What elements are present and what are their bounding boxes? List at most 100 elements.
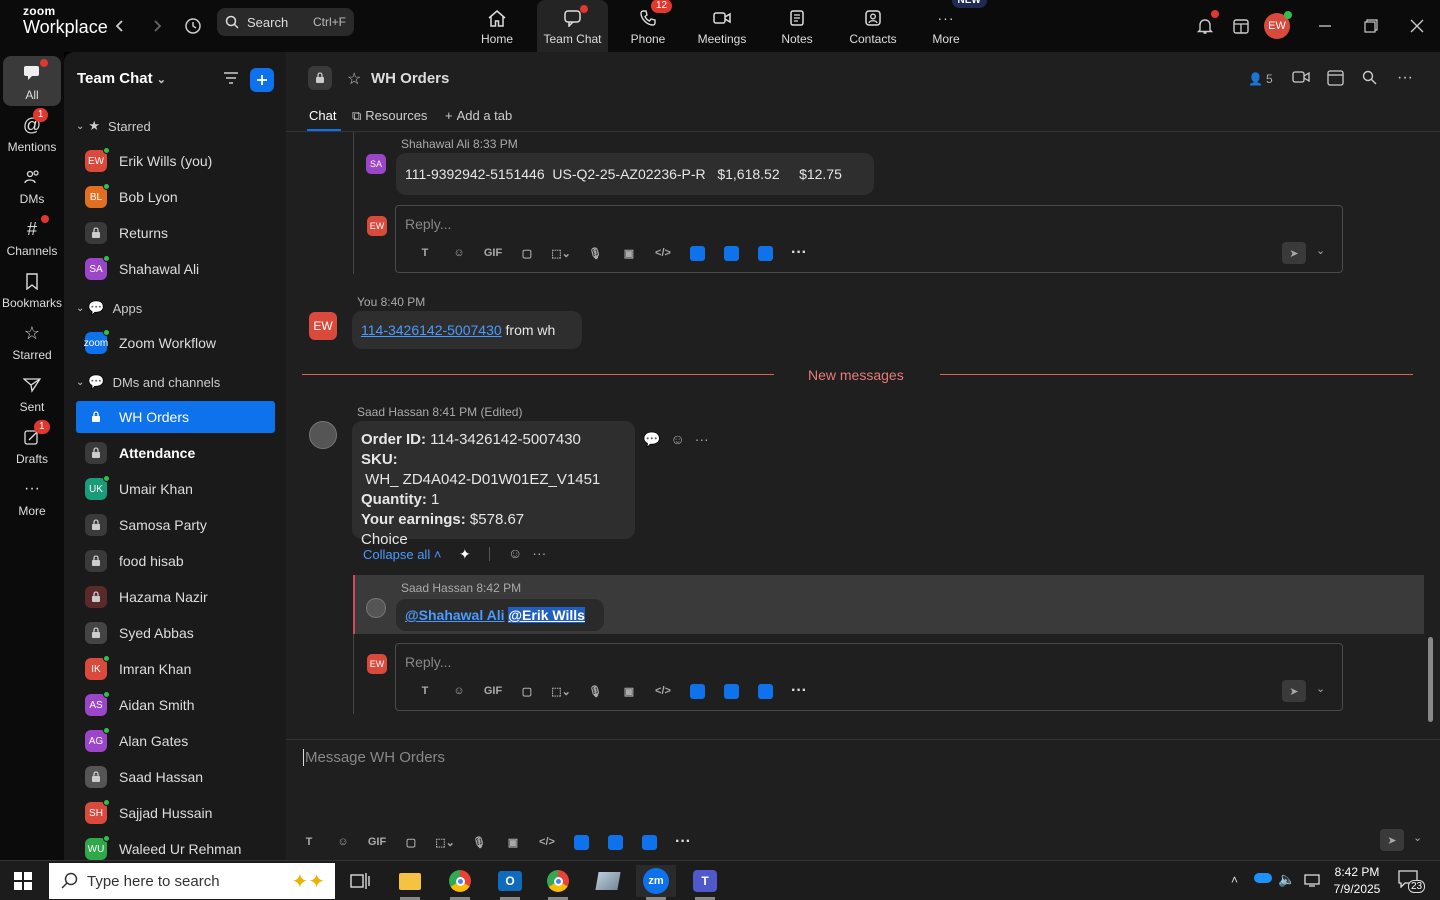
- gif-button[interactable]: GIF: [360, 836, 394, 848]
- filter-icon[interactable]: [222, 70, 240, 86]
- send-button[interactable]: ➤: [1282, 242, 1306, 264]
- code-icon[interactable]: </>: [646, 685, 680, 697]
- ai-sparkle-icon[interactable]: ✦: [459, 546, 471, 563]
- reaction-icon[interactable]: ☺: [508, 545, 522, 561]
- mention-shahawal[interactable]: @Shahawal Ali: [405, 607, 505, 623]
- sidebar-item[interactable]: food hisab: [76, 545, 275, 577]
- file-explorer-icon[interactable]: [390, 865, 430, 900]
- task-view-icon[interactable]: [340, 865, 380, 897]
- nav-team-chat[interactable]: Team Chat: [537, 0, 608, 52]
- rail-starred[interactable]: ☆ Starred: [3, 316, 61, 366]
- sidebar-item[interactable]: zoom Zoom Workflow: [76, 327, 275, 359]
- mic-icon[interactable]: 🎙: [462, 836, 496, 849]
- scrollbar[interactable]: [1428, 132, 1434, 722]
- file-icon[interactable]: ▢: [510, 685, 544, 698]
- sidebar-item[interactable]: Saad Hassan: [76, 761, 275, 793]
- section-starred[interactable]: ⌄ ★ Starred: [76, 114, 151, 138]
- sidebar-item[interactable]: IK Imran Khan: [76, 653, 275, 685]
- sidebar-item[interactable]: Syed Abbas: [76, 617, 275, 649]
- app-icon[interactable]: [748, 683, 782, 699]
- reaction-icon[interactable]: ☺: [670, 431, 684, 448]
- mic-icon[interactable]: 🎙: [578, 685, 612, 698]
- sidebar-item[interactable]: SH Sajjad Hussain: [76, 797, 275, 829]
- history-icon[interactable]: [179, 12, 207, 40]
- rail-drafts[interactable]: 1 Drafts: [3, 420, 61, 470]
- emoji-icon[interactable]: ☺: [442, 247, 476, 259]
- sidebar-title[interactable]: Team Chat ⌄: [77, 70, 166, 87]
- message-composer-input[interactable]: Message WH Orders: [303, 749, 445, 766]
- rail-all[interactable]: All: [3, 56, 61, 106]
- rail-more[interactable]: ··· More: [3, 472, 61, 522]
- minimize-icon[interactable]: [1311, 12, 1339, 40]
- file-icon[interactable]: ▢: [510, 247, 544, 260]
- volume-icon[interactable]: 🔈: [1278, 871, 1295, 888]
- chevron-up-icon[interactable]: ˄: [1231, 873, 1238, 887]
- sidebar-item[interactable]: EW Erik Wills (you): [76, 145, 275, 177]
- nav-phone[interactable]: 12 Phone: [627, 0, 673, 52]
- more-icon[interactable]: ···: [782, 682, 816, 700]
- app-icon[interactable]: [680, 245, 714, 261]
- text-format-icon[interactable]: T: [292, 836, 326, 848]
- video-clip-icon[interactable]: ▣: [612, 247, 646, 260]
- chevron-down-icon[interactable]: ⌄: [1413, 831, 1422, 844]
- sidebar-item[interactable]: Hazama Nazir: [76, 581, 275, 613]
- nav-notes[interactable]: Notes: [777, 0, 817, 52]
- chevron-down-icon[interactable]: ⌄: [1316, 682, 1325, 695]
- section-dms-channels[interactable]: ⌄ 💬 DMs and channels: [76, 370, 220, 394]
- more-icon[interactable]: ···: [782, 244, 816, 262]
- sidebar-item[interactable]: AG Alan Gates: [76, 725, 275, 757]
- file-icon[interactable]: ▢: [394, 836, 428, 849]
- windows-start-icon[interactable]: [14, 872, 32, 890]
- reply-box[interactable]: Reply... T ☺ GIF ▢ ⬚⌄ 🎙 ▣ </> ··· ➤ ⌄: [395, 205, 1343, 273]
- forward-arrow-icon[interactable]: [143, 12, 171, 40]
- tab-add[interactable]: + Add a tab: [445, 108, 512, 123]
- outlook-icon[interactable]: O: [490, 865, 530, 900]
- nav-home[interactable]: Home: [477, 0, 517, 52]
- tab-resources[interactable]: ⧉ Resources: [352, 108, 427, 124]
- rail-mentions[interactable]: @1 Mentions: [3, 108, 61, 158]
- rail-dms[interactable]: DMs: [3, 160, 61, 210]
- user-avatar[interactable]: EW: [1263, 11, 1292, 40]
- app-icon[interactable]: [714, 245, 748, 261]
- network-icon[interactable]: [1304, 873, 1320, 887]
- emoji-icon[interactable]: ☺: [326, 836, 360, 848]
- app-icon[interactable]: [714, 683, 748, 699]
- sidebar-item[interactable]: BL Bob Lyon: [76, 181, 275, 213]
- bell-icon[interactable]: [1191, 10, 1219, 40]
- calendar-icon[interactable]: [1327, 69, 1345, 86]
- rail-bookmarks[interactable]: Bookmarks: [2, 264, 62, 314]
- collapse-all-button[interactable]: Collapse all ˄: [363, 547, 441, 562]
- reply-icon[interactable]: 💬: [643, 431, 660, 448]
- mention-erik[interactable]: @Erik Wills: [508, 607, 585, 623]
- mic-icon[interactable]: 🎙: [578, 247, 612, 260]
- reply-box[interactable]: Reply... T ☺ GIF ▢ ⬚⌄ 🎙 ▣ </> ··· ➤ ⌄: [395, 643, 1343, 711]
- screenshot-icon[interactable]: ⬚⌄: [544, 247, 578, 260]
- send-button[interactable]: ➤: [1380, 829, 1404, 851]
- screenshot-icon[interactable]: ⬚⌄: [544, 685, 578, 698]
- notification-center-icon[interactable]: 23: [1398, 870, 1426, 893]
- search-icon[interactable]: [1362, 70, 1377, 85]
- app-icon[interactable]: [564, 834, 598, 850]
- app-icon[interactable]: [748, 245, 782, 261]
- chevron-down-icon[interactable]: ⌄: [1316, 244, 1325, 257]
- reply-input[interactable]: Reply...: [405, 654, 451, 670]
- close-icon[interactable]: [1403, 12, 1431, 40]
- star-outline-icon[interactable]: ☆: [347, 69, 361, 89]
- sidebar-item[interactable]: UK Umair Khan: [76, 473, 275, 505]
- section-apps[interactable]: ⌄ 💬 Apps: [76, 296, 142, 320]
- emoji-icon[interactable]: ☺: [442, 685, 476, 697]
- search-input[interactable]: Search Ctrl+F: [217, 8, 354, 36]
- text-format-icon[interactable]: T: [408, 685, 442, 697]
- video-clip-icon[interactable]: ▣: [612, 685, 646, 698]
- video-call-icon[interactable]: [1292, 70, 1310, 84]
- code-icon[interactable]: </>: [646, 247, 680, 259]
- send-button[interactable]: ➤: [1282, 680, 1306, 702]
- order-link[interactable]: 114-3426142-5007430: [361, 322, 502, 338]
- app-icon[interactable]: [598, 834, 632, 850]
- taskbar-search[interactable]: Type here to search ✦✦: [49, 863, 335, 899]
- chrome-icon[interactable]: [440, 865, 480, 900]
- tab-chat[interactable]: Chat: [307, 108, 341, 131]
- sidebar-item[interactable]: Returns: [76, 217, 275, 249]
- text-format-icon[interactable]: T: [408, 247, 442, 259]
- new-chat-button[interactable]: [250, 68, 274, 92]
